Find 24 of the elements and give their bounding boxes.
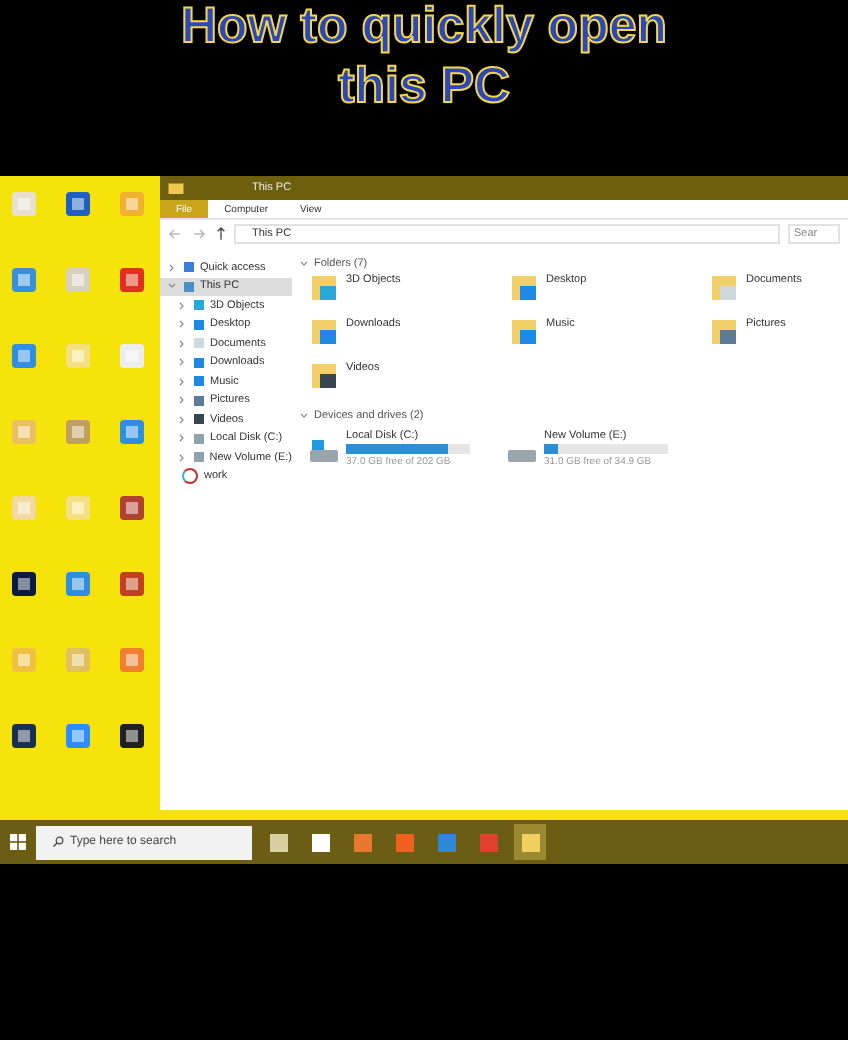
search-icon bbox=[52, 836, 64, 848]
folder-icon[interactable] bbox=[712, 318, 740, 346]
chevron-icon[interactable] bbox=[178, 415, 186, 424]
folder-icon bbox=[168, 182, 184, 194]
up-arrow-icon[interactable] bbox=[216, 226, 226, 240]
chevron-icon[interactable] bbox=[168, 263, 176, 272]
video-caption: How to quickly open bbox=[180, 0, 668, 58]
video-caption: this PC bbox=[337, 56, 511, 118]
chevron-icon[interactable] bbox=[300, 412, 308, 420]
chevron-icon[interactable] bbox=[178, 396, 186, 405]
chevron-icon[interactable] bbox=[178, 320, 186, 329]
drive-icon[interactable] bbox=[308, 440, 340, 464]
chevron-icon[interactable] bbox=[178, 358, 186, 367]
folder-icon[interactable] bbox=[312, 362, 340, 390]
chevron-icon[interactable] bbox=[178, 377, 186, 386]
chevron-icon[interactable] bbox=[178, 453, 186, 462]
chevron-icon[interactable] bbox=[178, 339, 186, 348]
desktop-shortcut-icon[interactable] bbox=[8, 568, 40, 600]
chevron-icon[interactable] bbox=[300, 260, 308, 268]
chevron-icon[interactable] bbox=[178, 301, 186, 310]
chevron-icon[interactable] bbox=[178, 434, 186, 443]
desktop-shortcut-icon[interactable] bbox=[116, 720, 148, 752]
desktop-shortcut-icon[interactable] bbox=[8, 720, 40, 752]
windows-start-icon[interactable] bbox=[10, 834, 26, 850]
